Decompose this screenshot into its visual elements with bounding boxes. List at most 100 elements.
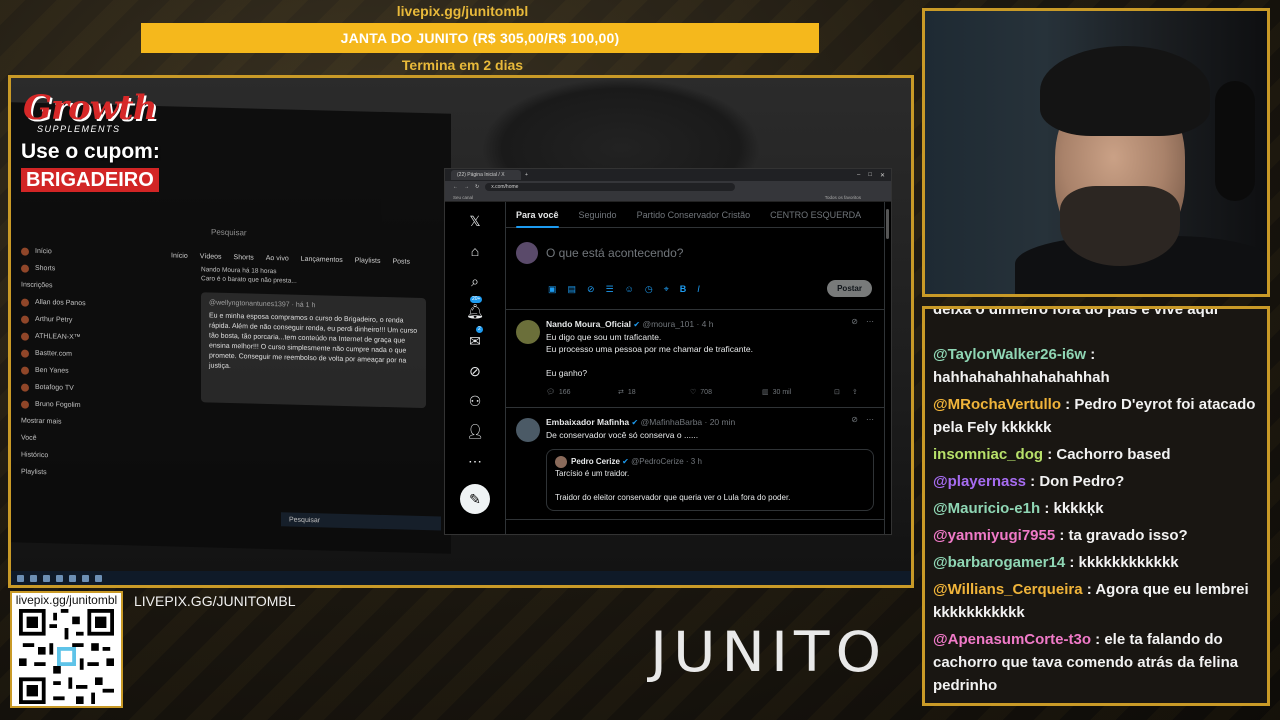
chat-text: : kkkkķk: [1040, 500, 1104, 517]
compose-input[interactable]: O que está acontecendo?: [546, 246, 683, 260]
views-button[interactable]: ▥ 30 mil: [762, 387, 834, 399]
qr-box: livepix.gg/junitombl: [10, 591, 123, 708]
tweet-actions: 💬︎ 166 ⇄ 18 ♡ 708 ▥ 30 mil ⊡ ⇪: [546, 387, 874, 399]
grok-icon[interactable]: ⊘: [851, 316, 858, 328]
grok-icon[interactable]: ⊘: [466, 362, 484, 380]
tab-centro-esquerda[interactable]: CENTRO ESQUERDA: [760, 202, 871, 228]
more-icon[interactable]: ⋯: [466, 452, 484, 470]
reload-icon[interactable]: ↻: [475, 184, 479, 190]
goal-progress-bar: JANTA DO JUNITO (R$ 305,00/R$ 100,00): [141, 23, 819, 53]
new-tab-icon[interactable]: +: [525, 172, 528, 178]
bold-icon[interactable]: B: [680, 284, 687, 295]
like-button[interactable]: ♡ 708: [690, 387, 762, 399]
emoji-icon[interactable]: ☺: [625, 284, 634, 295]
retweet-button[interactable]: ⇄ 18: [618, 387, 690, 399]
address-bar[interactable]: x.com/home: [485, 183, 736, 191]
webcam-beard: [1060, 186, 1180, 266]
heart-icon: ♡: [690, 389, 697, 396]
image-icon[interactable]: ▣: [548, 284, 557, 295]
schedule-icon[interactable]: ◷: [645, 284, 653, 295]
browser-tab[interactable]: (22) Página Inicial / X: [451, 170, 521, 180]
tab-partido-conservador[interactable]: Partido Conservador Cristão: [627, 202, 761, 228]
yt-sidebar: Início Shorts Inscrições Allan dos Panos…: [21, 243, 141, 484]
post-button[interactable]: Postar: [827, 280, 872, 297]
chat-username[interactable]: @ApenasumCorte-t3o: [933, 631, 1091, 648]
chat-username[interactable]: @barbarogamer14: [933, 554, 1065, 571]
promo-code: BRIGADEIRO: [21, 168, 159, 192]
app-icon[interactable]: [82, 574, 89, 582]
chat-username[interactable]: @Mauricio-e1h: [933, 500, 1040, 517]
goal-ends-text: Termina em 2 dias: [401, 57, 524, 73]
tab-seguindo[interactable]: Seguindo: [569, 202, 627, 228]
messages-icon[interactable]: ✉ 2: [466, 326, 484, 350]
start-icon[interactable]: [17, 574, 24, 582]
chat-username[interactable]: @yanmiyugi7955: [933, 527, 1055, 544]
tweet-author[interactable]: Nando Moura_Oficial: [546, 319, 631, 329]
window-controls: – □ ✕: [857, 172, 891, 179]
tweet-author[interactable]: Embaixador Mafinha: [546, 417, 629, 427]
yt-channel-tabs: Início Vídeos Shorts Ao vivo Lançamentos Play…: [171, 252, 410, 266]
avatar[interactable]: [516, 242, 538, 264]
reply-button[interactable]: 💬︎ 166: [546, 387, 618, 399]
yt-side-item: Playlists: [21, 468, 47, 477]
forward-icon[interactable]: →: [464, 184, 469, 190]
qr-code: [19, 609, 114, 704]
chat-text: : Don Pedro?: [1026, 473, 1125, 490]
bookmark-item[interactable]: Todos os favoritos: [825, 195, 861, 200]
bookmark-icon[interactable]: ⊡: [834, 387, 840, 399]
italic-icon[interactable]: I: [697, 284, 700, 295]
quote-author: Pedro Cerize: [571, 457, 620, 467]
app-icon[interactable]: [95, 574, 102, 582]
growth-logo: Growth SUPPLEMENTS: [23, 88, 157, 134]
firefox-icon[interactable]: [43, 574, 50, 582]
tweet-handle: @moura_101 · 4 h: [642, 319, 714, 329]
minimize-icon[interactable]: –: [857, 172, 860, 179]
search-icon[interactable]: [30, 574, 37, 582]
scrollbar[interactable]: [886, 209, 889, 239]
folder-icon[interactable]: [56, 574, 63, 582]
chat-username[interactable]: @TaylorWalker26-i6w: [933, 346, 1086, 363]
tweet-top-actions: ⊘ ⋯: [851, 414, 874, 426]
avatar[interactable]: [516, 320, 540, 344]
yt-search: Pesquisar: [211, 227, 247, 238]
chat-username[interactable]: insomniac_dog: [933, 446, 1043, 463]
avatar[interactable]: [516, 418, 540, 442]
bookmark-item[interactable]: Seu canal: [453, 195, 473, 200]
home-icon[interactable]: ⌂: [466, 242, 484, 260]
back-icon[interactable]: ←: [453, 184, 458, 190]
poll-icon[interactable]: ☰: [606, 284, 614, 295]
chrome-icon[interactable]: [69, 574, 76, 582]
location-icon[interactable]: ⌖: [664, 284, 669, 295]
chat-text: : kkkkkkkkkkkk: [1065, 554, 1179, 571]
chat-message: @yanmiyugi7955 : ta gravado isso?: [933, 524, 1261, 547]
chat-cut-line: deixa o dinheiro fora do país e vive aqu…: [933, 306, 1219, 318]
compose-post-icon[interactable]: ✎: [460, 484, 490, 514]
search-icon[interactable]: ⌕: [466, 272, 484, 290]
tweet[interactable]: ⊘ ⋯ Nando Moura_Oficial ✔ @moura_101 · 4 …: [506, 310, 884, 408]
verified-icon: ✔: [631, 418, 639, 427]
maximize-icon[interactable]: □: [868, 172, 872, 179]
close-icon[interactable]: ✕: [880, 172, 885, 179]
grok-icon[interactable]: ⊘: [587, 284, 595, 295]
chat-panel: deixa o dinheiro fora do país e vive aqu…: [922, 306, 1270, 706]
profile-icon[interactable]: 👤︎: [466, 422, 484, 440]
x-logo-icon[interactable]: 𝕏: [466, 212, 484, 230]
tweet[interactable]: ⊘ ⋯ Embaixador Mafinha ✔ @MafinhaBarba · …: [506, 408, 884, 521]
tweet-text-line: De conservador você só conserva o ......: [546, 430, 699, 440]
chat-username[interactable]: @Willians_Cerqueira: [933, 581, 1083, 598]
browser-tabbar: (22) Página Inicial / X + – □ ✕: [445, 169, 891, 181]
communities-icon[interactable]: ⚇: [466, 392, 484, 410]
share-icon[interactable]: ⇪: [852, 387, 858, 399]
more-icon[interactable]: ⋯: [866, 316, 874, 328]
headphones-icon: [1215, 81, 1255, 201]
grok-icon[interactable]: ⊘: [851, 414, 858, 426]
chat-username[interactable]: @playernass: [933, 473, 1026, 490]
quoted-tweet[interactable]: Pedro Cerize ✔ @PedroCerize · 3 h Tarcís…: [546, 449, 874, 512]
tab-para-voce[interactable]: Para você: [506, 202, 569, 228]
gif-icon[interactable]: ▤: [568, 284, 577, 295]
retweet-icon: ⇄: [618, 389, 624, 396]
notifications-icon[interactable]: 🔔︎ 20+: [466, 296, 484, 320]
more-icon[interactable]: ⋯: [866, 414, 874, 426]
tweet-handle: @MafinhaBarba · 20 min: [640, 417, 736, 427]
chat-username[interactable]: @MRochaVertullo: [933, 396, 1061, 413]
